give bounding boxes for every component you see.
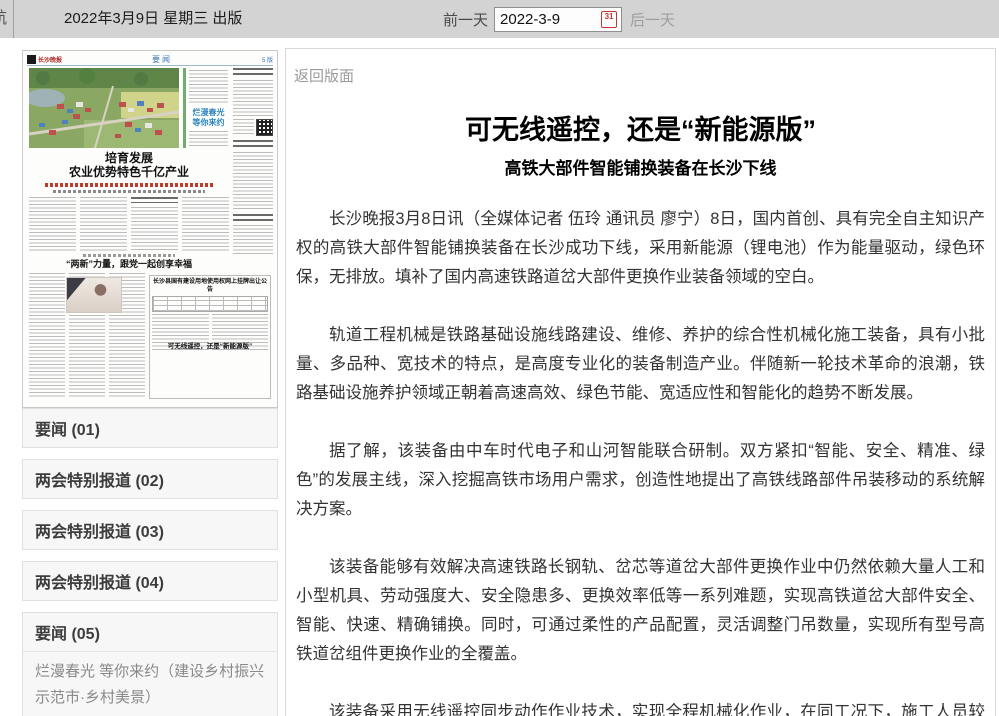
article-paragraph: 该装备采用无线遥控同步动作作业技术，实现全程机械化作业，在同工况下，施工人员较行… (296, 698, 985, 716)
article-paragraph: 该装备能够有效解决高速铁路长钢轨、岔芯等道岔大部件更换作业中仍然依赖大量人工和小… (296, 553, 985, 669)
thumb-text-block (233, 119, 254, 136)
thumb-headline-block (233, 140, 273, 149)
thumb-text-block (131, 197, 178, 251)
thumb-right-column (233, 68, 273, 264)
next-day-link[interactable]: 后一天 (630, 9, 675, 30)
article-paragraph: 长沙晚报3月8日讯（全媒体记者 伍玲 通讯员 廖宁）8日，国内首创、具有完全自主… (296, 205, 985, 292)
publish-date-label: 2022年3月9日 星期三 出版 (64, 0, 242, 38)
sidebar-section-02[interactable]: 两会特别报道 (02) (22, 459, 278, 499)
article-paragraph: 据了解，该装备由中车时代电子和山河智能联合研制。双方紧扣“智能、安全、精准、绿色… (296, 437, 985, 524)
thumb-red-subtitle (45, 183, 213, 187)
thumb-notice-table (152, 296, 268, 312)
thumb-page-header: 长沙晚报 要闻 5 版 (27, 54, 273, 66)
page-thumbnail[interactable]: 长沙晚报 要闻 5 版 (22, 50, 278, 408)
date-input[interactable] (495, 11, 591, 28)
thumb-section-label: 要闻 (62, 54, 262, 65)
thumb-middle-column: 烂漫春光 等你来约 (183, 68, 229, 148)
section-nav-list: 要闻 (01) 两会特别报道 (02) 两会特别报道 (03) 两会特别报道 (… (22, 408, 278, 716)
digital-newspaper-app: 航 2022年3月9日 星期三 出版 前一天 31 后一天 长沙晚报 要闻 5 … (0, 0, 999, 716)
clipped-nav-label: 航 (0, 0, 7, 38)
thumb-article-photo (66, 277, 122, 313)
article-panel: 返回版面 可无线遥控，还是“新能源版” 高铁大部件智能铺换装备在长沙下线 长沙晚… (285, 48, 996, 716)
thumb-headline-block (233, 68, 273, 77)
thumb-text-block (233, 225, 273, 255)
sidebar-section-01[interactable]: 要闻 (01) (22, 408, 278, 448)
top-toolbar: 航 2022年3月9日 星期三 出版 前一天 31 后一天 (0, 0, 999, 38)
thumb-text-block (80, 197, 127, 251)
article-title: 可无线遥控，还是“新能源版” (294, 108, 987, 147)
thumb-text-block (189, 70, 228, 104)
article-paragraph: 轨道工程机械是铁路基础设施线路建设、维修、养护的综合性机械化施工装备，具有小批量… (296, 321, 985, 408)
thumb-text-block (233, 80, 273, 116)
thumb-headline-block (233, 214, 273, 222)
sidebar-section-04[interactable]: 两会特别报道 (04) (22, 561, 278, 601)
thumb-main-headline: 培育发展 农业优势特色千亿产业 (29, 151, 229, 179)
thumb-text-block (182, 197, 229, 251)
qr-code-icon (256, 119, 273, 136)
calendar-icon[interactable]: 31 (601, 11, 617, 28)
back-to-page-link[interactable]: 返回版面 (294, 65, 354, 86)
thumb-text-block (189, 131, 228, 147)
thumb-body-columns (29, 197, 229, 251)
sidebar-section-05[interactable]: 要闻 (05) (23, 613, 277, 651)
previous-day-link[interactable]: 前一天 (443, 9, 488, 30)
thumb-text-block (29, 197, 76, 251)
thumb-deck-line (53, 190, 205, 193)
article-body: 长沙晚报3月8日讯（全媒体记者 伍玲 通讯员 廖宁）8日，国内首创、具有完全自主… (294, 205, 987, 716)
sidebar-section-05-group: 要闻 (05) 烂漫春光 等你来约（建设乡村振兴示范市·乡村美景） 培育发展农业… (22, 612, 278, 716)
newspaper-page-preview: 长沙晚报 要闻 5 版 (23, 51, 277, 407)
thumb-teaser-headline: 可无线遥控，还是“新能源版” (149, 343, 271, 351)
thumb-text-block (233, 152, 273, 210)
aerial-village-photo (29, 68, 179, 148)
sidebar-section-03[interactable]: 两会特别报道 (03) (22, 510, 278, 550)
toolbar-divider (13, 0, 14, 38)
thumb-notice-box: 长沙县国有建设用地使用权网上挂牌出让公告 (149, 275, 271, 399)
thumb-qr-row (233, 119, 273, 136)
article-subtitle: 高铁大部件智能铺换装备在长沙下线 (294, 154, 987, 179)
thumb-masthead: 长沙晚报 (38, 55, 62, 64)
newspaper-logo-icon (27, 55, 36, 64)
thumb-second-headline: “两新”力量，跟党一起创享幸福 (29, 259, 229, 270)
thumb-text-block (29, 273, 65, 399)
sidebar-article-link[interactable]: 烂漫春光 等你来约（建设乡村振兴示范市·乡村美景） (23, 651, 277, 716)
thumb-eyebrow-line (83, 254, 175, 257)
thumb-page-number: 5 版 (262, 55, 273, 64)
thumb-spring-box: 烂漫春光 等你来约 (189, 108, 228, 128)
day-navigation: 前一天 31 后一天 (443, 0, 675, 38)
date-picker: 31 (494, 7, 622, 32)
